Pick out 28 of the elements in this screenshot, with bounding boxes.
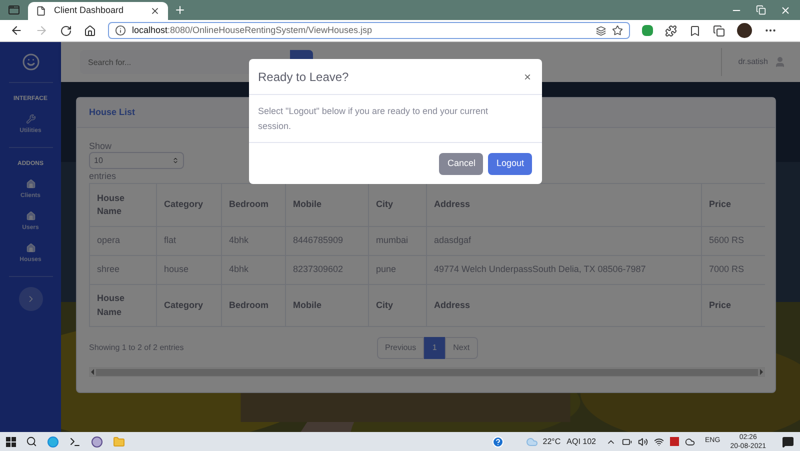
url-text: localhost:8080/OnlineHouseRentingSystem/ViewHouses.jsp xyxy=(132,24,373,37)
column-footer: City xyxy=(368,284,426,326)
table-cell: opera xyxy=(90,226,156,256)
table-cell: mumbai xyxy=(368,226,426,256)
column-footer: Address xyxy=(426,284,702,326)
table-cell: house xyxy=(156,256,222,284)
column-footer: House Name xyxy=(90,284,156,326)
column-header: House Name xyxy=(90,184,156,226)
table-cell: pune xyxy=(368,256,426,284)
tab-title: Client Dashboard xyxy=(54,4,125,18)
column-header: Category xyxy=(156,184,222,226)
table-cell: 49774 Welch UnderpassSouth Delia, TX 08506-7987 xyxy=(426,256,702,284)
entries-info: Showing 1 to 2 of 2 entries xyxy=(89,342,185,354)
dialog-message: Select "Logout" below if you are ready to end your current session. xyxy=(258,104,490,132)
column-footer: Mobile xyxy=(286,284,368,326)
entries-label: entries xyxy=(89,170,118,183)
table-cell: 4bhk xyxy=(222,256,286,284)
table-cell: flat xyxy=(156,226,222,256)
card-title: House List xyxy=(89,106,136,119)
column-footer: Category xyxy=(156,284,222,326)
table-cell: 8237309602 xyxy=(286,256,368,284)
table-cell: adasdgaf xyxy=(426,226,702,256)
show-label: Show xyxy=(89,140,113,152)
table-cell: 8446785909 xyxy=(286,226,368,256)
table-cell: shree xyxy=(90,256,156,284)
table-cell: 4bhk xyxy=(222,226,286,256)
column-header: Price xyxy=(702,184,765,226)
column-footer: Bedroom xyxy=(222,284,286,326)
